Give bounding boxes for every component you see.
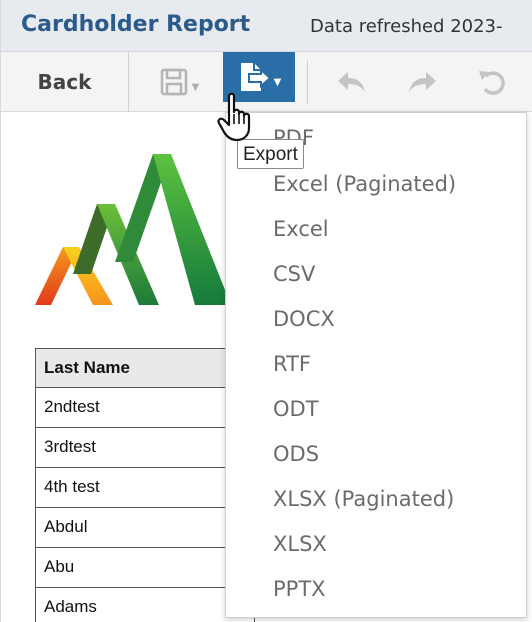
report-toolbar: Back ▼ ▼: [1, 52, 532, 112]
redo-button[interactable]: [395, 52, 451, 112]
floppy-disk-icon: [160, 68, 187, 96]
hand-cursor-icon: [217, 92, 251, 142]
export-tooltip: Export: [237, 139, 304, 169]
export-menu-item-excel-paginated[interactable]: Excel (Paginated): [273, 171, 456, 197]
export-menu-item-rtf[interactable]: RTF: [273, 351, 311, 377]
save-button[interactable]: ▼: [141, 52, 217, 112]
export-menu-item-excel[interactable]: Excel: [273, 216, 329, 242]
export-menu-item-odt[interactable]: ODT: [273, 396, 319, 422]
table-row: 4th test: [35, 468, 255, 508]
export-menu-item-pptx[interactable]: PPTX: [273, 576, 326, 602]
reset-icon: [479, 71, 505, 95]
table-row: Abdul: [35, 508, 255, 548]
report-header: Cardholder Report Data refreshed 2023-: [1, 0, 532, 52]
toolbar-divider: [307, 60, 308, 104]
reset-button[interactable]: [465, 52, 521, 112]
export-menu: PDF Excel (Paginated) Excel CSV DOCX RTF…: [225, 112, 527, 618]
table-row: 2ndtest: [35, 388, 255, 428]
table-row: 3rdtest: [35, 428, 255, 468]
back-button[interactable]: Back: [1, 52, 129, 112]
chevron-down-icon: ▼: [191, 81, 200, 93]
undo-button[interactable]: [323, 52, 379, 112]
report-title: Cardholder Report: [21, 12, 251, 37]
export-menu-item-csv[interactable]: CSV: [273, 261, 315, 287]
redo-icon: [409, 72, 436, 92]
table-row: Adams: [35, 588, 255, 622]
report-viewer: Cardholder Report Data refreshed 2023- B…: [0, 0, 532, 622]
chevron-down-icon: ▼: [273, 76, 282, 88]
undo-icon: [338, 72, 365, 92]
export-menu-item-docx[interactable]: DOCX: [273, 306, 335, 332]
data-refreshed-text: Data refreshed 2023-: [310, 16, 503, 37]
export-menu-item-xlsx[interactable]: XLSX: [273, 531, 327, 557]
export-menu-item-xlsx-paginated[interactable]: XLSX (Paginated): [273, 486, 454, 512]
company-logo: [35, 154, 231, 305]
export-document-icon: [240, 63, 271, 91]
table-header-last-name: Last Name: [35, 348, 255, 388]
export-menu-item-ods[interactable]: ODS: [273, 441, 319, 467]
table-row: Abu: [35, 548, 255, 588]
